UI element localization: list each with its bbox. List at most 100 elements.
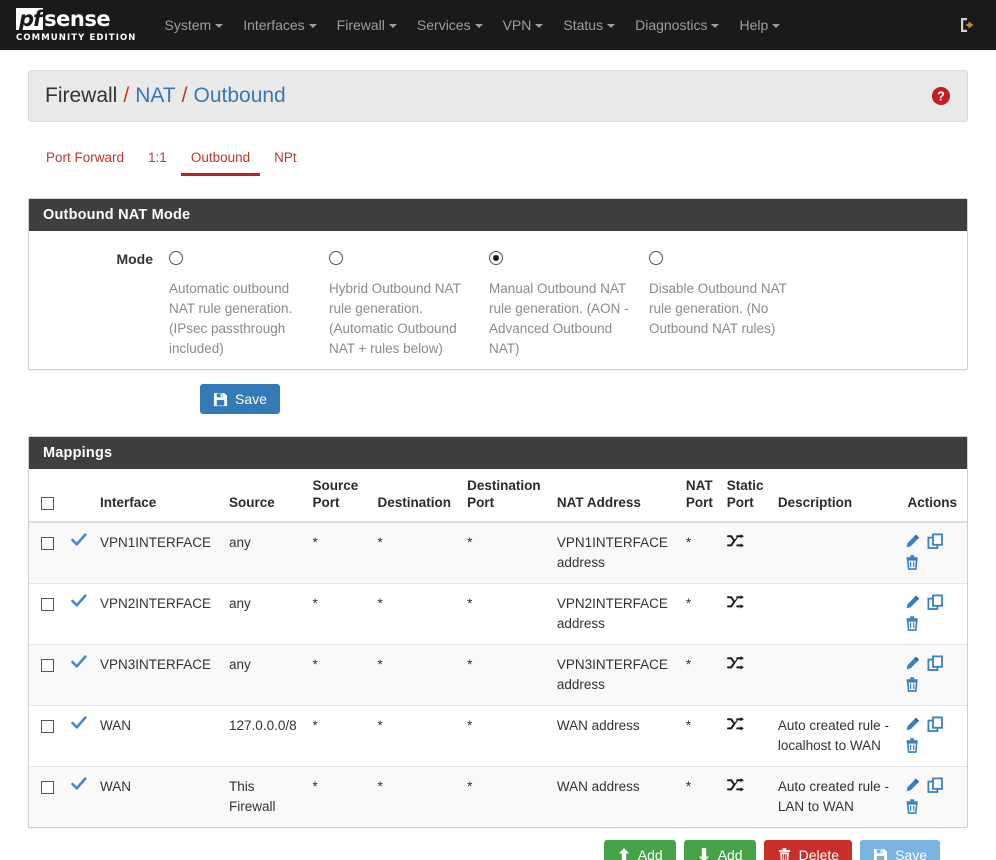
add-up-button[interactable]: Add (603, 840, 676, 860)
add-up-button-label: Add (637, 847, 663, 860)
radio-hybrid-outbound[interactable] (329, 251, 343, 265)
pencil-icon[interactable] (904, 594, 921, 611)
row-checkbox[interactable] (41, 597, 54, 611)
radio-disable-outbound[interactable] (649, 251, 663, 265)
trash-icon[interactable] (904, 737, 921, 754)
shuffle-icon (726, 717, 744, 731)
row-select-cell (29, 583, 65, 645)
tab-port-forward[interactable]: Port Forward (36, 146, 134, 176)
table-row[interactable]: VPN3INTERFACE any * * * VPN3INTERFACE ad… (29, 644, 967, 706)
menu-item-system[interactable]: System (155, 0, 234, 50)
row-checkbox[interactable] (41, 780, 54, 794)
check-icon (70, 533, 87, 546)
chevron-down-icon (215, 24, 224, 28)
row-checkbox[interactable] (41, 719, 54, 733)
copy-icon[interactable] (927, 716, 944, 733)
breadcrumb-nat-link[interactable]: NAT (135, 84, 175, 108)
column-nat-port: NAT Port (679, 469, 721, 523)
copy-icon[interactable] (927, 533, 944, 550)
table-row[interactable]: VPN2INTERFACE any * * * VPN2INTERFACE ad… (29, 583, 967, 645)
row-static-port-cell (720, 705, 772, 767)
copy-icon[interactable] (927, 594, 944, 611)
pencil-icon[interactable] (904, 533, 921, 550)
radio-manual-outbound[interactable] (489, 251, 503, 265)
trash-icon[interactable] (904, 798, 921, 815)
select-all-checkbox[interactable] (41, 496, 54, 510)
column-static-port: Static Port (720, 469, 772, 523)
row-actions-cell (897, 705, 967, 767)
row-actions (904, 777, 954, 815)
tab-outbound[interactable]: Outbound (180, 146, 261, 176)
row-destination: * (371, 522, 462, 584)
table-header-row: Interface Source Source Port Destination… (29, 469, 967, 523)
table-row[interactable]: WAN 127.0.0.0/8 * * * WAN address * Auto… (29, 705, 967, 767)
row-checkbox[interactable] (41, 536, 54, 550)
row-source: any (223, 583, 307, 645)
row-select-cell (29, 705, 65, 767)
add-down-button-label: Add (717, 847, 743, 860)
trash-icon[interactable] (904, 615, 921, 632)
shuffle-icon (726, 595, 744, 609)
save-table-button[interactable]: Save (860, 840, 940, 860)
trash-icon (778, 848, 790, 860)
chevron-down-icon (711, 24, 720, 28)
pencil-icon[interactable] (904, 777, 921, 794)
pfsense-logo[interactable]: pf sense COMMUNITY EDITION (16, 7, 137, 43)
menu-item-interfaces[interactable]: Interfaces (233, 0, 326, 50)
tab-one-to-one[interactable]: 1:1 (138, 146, 177, 176)
trash-icon[interactable] (904, 554, 921, 571)
check-icon (70, 777, 87, 790)
menu-item-diagnostics-label: Diagnostics (635, 17, 708, 33)
column-source: Source (223, 469, 307, 523)
row-destination-port: * (461, 583, 551, 645)
row-source: This Firewall (229, 779, 276, 814)
row-actions-cell (897, 522, 967, 584)
row-static-port-cell (721, 767, 772, 828)
mode-field-row: Mode Automatic outbound NAT rule generat… (29, 247, 967, 359)
row-actions (904, 655, 954, 693)
save-mode-button[interactable]: Save (200, 384, 280, 414)
help-circle-icon[interactable]: ? (931, 86, 951, 106)
menu-item-services[interactable]: Services (407, 0, 493, 50)
menu-item-firewall-label: Firewall (336, 17, 385, 33)
table-row[interactable]: WAN This Firewall * * * WAN address * Au… (29, 766, 967, 828)
table-row[interactable]: VPN1INTERFACE any * * * VPN1INTERFACE ad… (29, 522, 967, 584)
nat-tabs: Port Forward 1:1 Outbound NPt (28, 146, 968, 176)
row-state-cell (64, 705, 95, 767)
row-nat-address: VPN3INTERFACE address (550, 644, 680, 706)
row-actions (904, 594, 954, 632)
menu-item-vpn[interactable]: VPN (493, 0, 554, 50)
row-select-cell (29, 767, 65, 828)
column-source-port: Source Port (306, 469, 372, 523)
trash-icon[interactable] (904, 676, 921, 693)
row-checkbox[interactable] (41, 658, 54, 672)
menu-item-diagnostics[interactable]: Diagnostics (625, 0, 729, 50)
pencil-icon[interactable] (904, 716, 921, 733)
row-source: any (223, 644, 307, 706)
tab-npt[interactable]: NPt (264, 146, 307, 176)
pencil-icon[interactable] (904, 655, 921, 672)
row-description (771, 644, 898, 706)
row-state-cell (64, 644, 95, 706)
row-actions-cell (897, 644, 967, 706)
check-icon (70, 594, 87, 607)
copy-icon[interactable] (927, 777, 944, 794)
sign-out-icon[interactable] (958, 15, 978, 35)
delete-button[interactable]: Delete (763, 840, 853, 860)
tab-port-forward-label: Port Forward (46, 150, 125, 165)
breadcrumb-outbound-link[interactable]: Outbound (193, 84, 285, 108)
menu-item-vpn-label: VPN (502, 17, 532, 33)
menu-item-status[interactable]: Status (553, 0, 625, 50)
check-icon (70, 655, 87, 668)
add-down-button[interactable]: Add (683, 840, 756, 860)
row-nat-address: WAN address (550, 705, 680, 767)
mappings-panel: Mappings Interface Source Source Port De… (28, 436, 968, 828)
svg-text:?: ? (937, 90, 945, 104)
menu-item-firewall[interactable]: Firewall (327, 0, 407, 50)
radio-automatic-outbound[interactable] (169, 251, 183, 265)
row-source-port: * (306, 522, 372, 584)
copy-icon[interactable] (927, 655, 944, 672)
menu-item-help[interactable]: Help (729, 0, 790, 50)
mappings-table-body: VPN1INTERFACE any * * * VPN1INTERFACE ad… (29, 522, 967, 827)
row-destination-port: * (461, 644, 551, 706)
